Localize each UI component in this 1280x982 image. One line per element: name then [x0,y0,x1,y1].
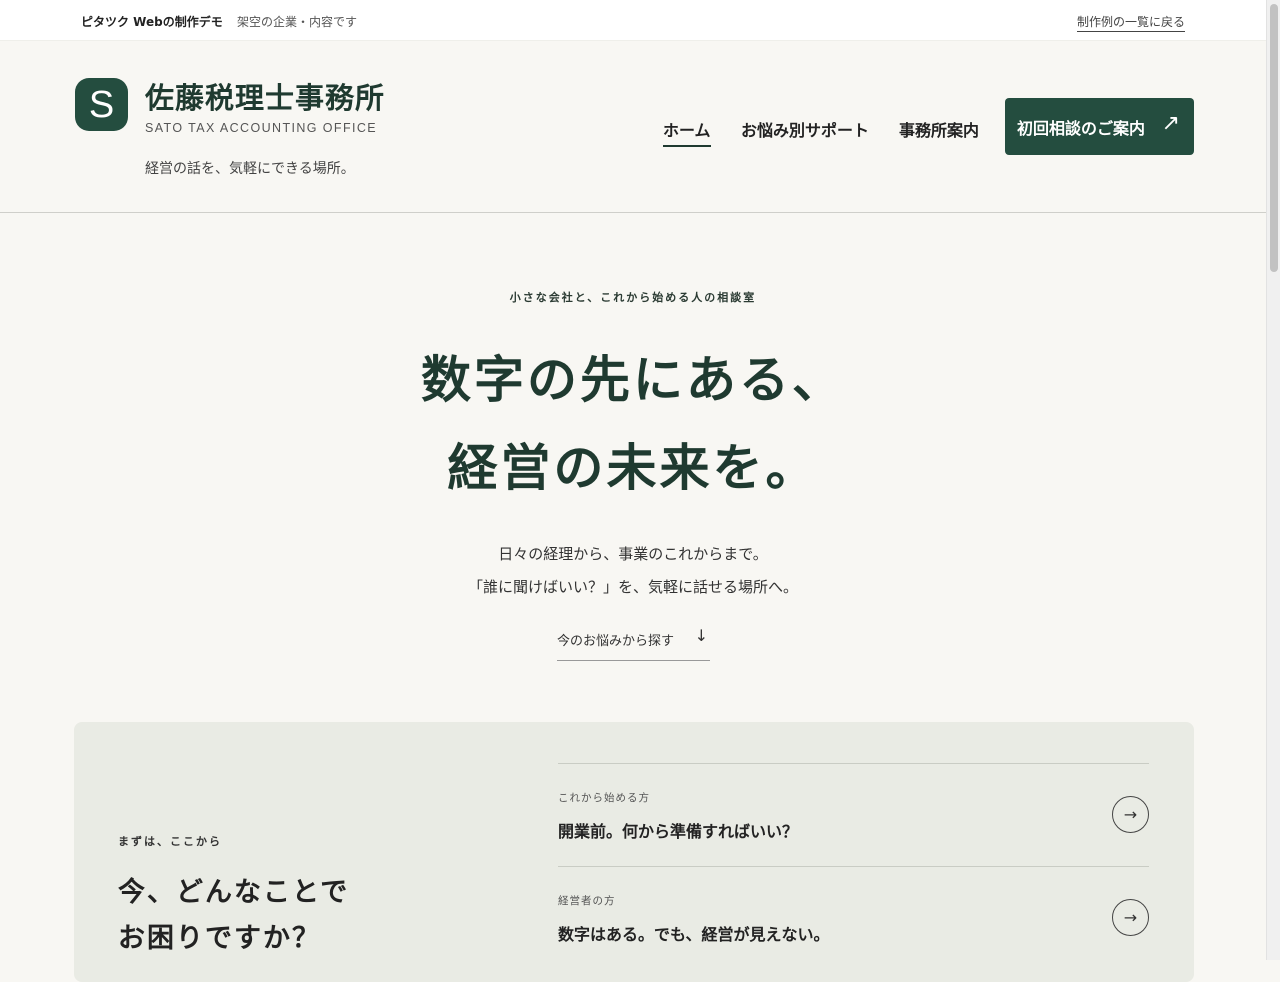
question-line-1: 今、どんなことで [118,877,350,908]
concern-panel: まずは、ここから 今、どんなことで お困りですか？ これから始める方 開業前。何… [74,722,1194,982]
nav-item-home[interactable]: ホーム [663,117,711,147]
concern-audience: 経営者の方 [558,895,616,907]
concern-title: 数字はある。でも、経営が見えない。 [558,925,830,944]
subtext-line-2: 「誰に聞けばいい？」を、気軽に話せる場所へ。 [467,578,798,596]
scroll-link-label: 今のお悩みから探す [557,634,675,649]
arrow-right-icon[interactable]: → [1112,796,1149,833]
office-name-en: SATO TAX ACCOUNTING OFFICE [145,121,378,135]
arrow-up-right-icon: ↗ [1161,111,1180,136]
nav-item-office[interactable]: 事務所案内 [899,117,979,141]
hero-headline: 数字の先にある、 経営の未来を。 [0,336,1266,512]
headline-line-2: 経営の未来を。 [447,438,819,497]
concern-title: 開業前。何から準備すればいい？ [558,822,799,841]
hero-subtext: 日々の経理から、事業のこれからまで。 「誰に聞けばいい？」を、気軽に話せる場所へ… [0,538,1266,604]
office-name[interactable]: 佐藤税理士事務所 [145,75,385,117]
demo-brand: ピタツク Webの制作デモ [81,15,223,29]
page-scrollbar[interactable] [1266,0,1280,960]
demo-note: 架空の企業・内容です [237,15,358,29]
hero-eyebrow: 小さな会社と、これから始める人の相談室 [509,291,757,304]
headline-line-1: 数字の先にある、 [421,350,845,409]
scrollbar-thumb[interactable] [1270,4,1278,272]
concern-audience: これから始める方 [558,792,650,804]
subtext-line-1: 日々の経理から、事業のこれからまで。 [498,545,768,563]
question-line-2: お困りですか？ [118,923,321,954]
back-to-list-link[interactable]: 制作例の一覧に戻る [1076,13,1185,32]
panel-question: 今、どんなことで お困りですか？ [118,870,349,962]
cta-label: 初回相談のご案内 [1017,118,1146,138]
demo-topbar: ピタツク Webの制作デモ 架空の企業・内容です 制作例の一覧に戻る [0,0,1266,41]
concern-list: これから始める方 開業前。何から準備すればいい？ → 経営者の方 数字はある。で… [558,763,1149,969]
site-header: S 佐藤税理士事務所 SATO TAX ACCOUNTING OFFICE 経営… [0,41,1266,213]
panel-kicker: まずは、ここから [118,835,222,848]
logo-letter: S [88,83,115,126]
header-tagline: 経営の話を、気軽にできる場所。 [145,161,355,177]
logo-mark[interactable]: S [75,78,128,131]
concern-item-managers[interactable]: 経営者の方 数字はある。でも、経営が見えない。 → [558,866,1149,969]
nav-item-support[interactable]: お悩み別サポート [741,117,869,141]
consultation-cta-button[interactable]: 初回相談のご案内 ↗ [1005,98,1194,155]
arrow-right-icon[interactable]: → [1112,899,1149,936]
arrow-down-icon: ↓ [694,626,708,645]
hero-section: 小さな会社と、これから始める人の相談室 数字の先にある、 経営の未来を。 日々の… [0,213,1266,721]
find-by-concern-link[interactable]: 今のお悩みから探す ↓ [557,626,710,661]
concern-item-starting[interactable]: これから始める方 開業前。何から準備すればいい？ → [558,763,1149,866]
